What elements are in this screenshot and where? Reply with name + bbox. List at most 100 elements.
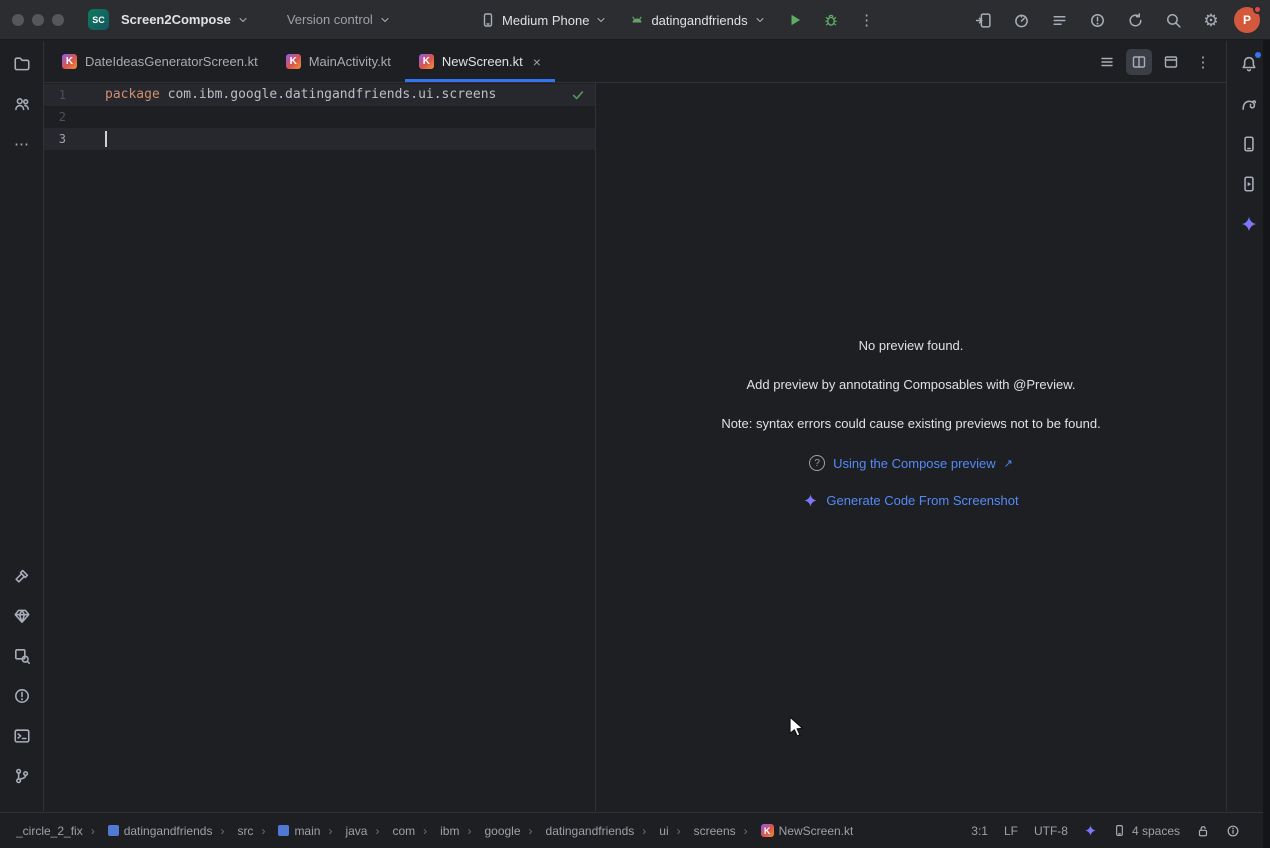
code-editor[interactable]: 1 package com.ibm.google.datingandfriend… bbox=[44, 83, 596, 811]
minimize-window-button[interactable] bbox=[32, 14, 44, 26]
breadcrumb-item[interactable]: datingandfriends bbox=[83, 824, 213, 838]
breadcrumb-item[interactable]: java bbox=[320, 824, 367, 838]
more-tool-windows-button[interactable]: ⋯ bbox=[7, 129, 37, 159]
breadcrumb-item-file[interactable]: KNewScreen.kt bbox=[736, 824, 854, 838]
compose-preview-panel: No preview found. Add preview by annotat… bbox=[596, 83, 1226, 811]
code-line[interactable]: 1 package com.ibm.google.datingandfriend… bbox=[44, 84, 595, 106]
tab-dateideasgeneratorscreen[interactable]: K DateIdeasGeneratorScreen.kt bbox=[48, 41, 272, 82]
app-logo: SC bbox=[88, 9, 109, 30]
chevron-down-icon bbox=[237, 14, 249, 26]
phone-icon bbox=[480, 12, 496, 28]
debug-button[interactable] bbox=[816, 6, 846, 34]
resource-manager-tool-button[interactable] bbox=[7, 601, 37, 631]
editor-mode-code-button[interactable] bbox=[1094, 49, 1120, 75]
gemini-tool-button[interactable] bbox=[1234, 209, 1264, 239]
project-switcher[interactable]: Screen2Compose bbox=[113, 7, 257, 32]
editor-tab-bar: K DateIdeasGeneratorScreen.kt K MainActi… bbox=[44, 41, 1226, 83]
encoding-widget[interactable]: UTF-8 bbox=[1034, 824, 1068, 838]
profiler-icon bbox=[1013, 12, 1030, 29]
breadcrumb-item[interactable]: main bbox=[253, 824, 320, 838]
search-everywhere-button[interactable] bbox=[1158, 6, 1188, 34]
editor-zone: K DateIdeasGeneratorScreen.kt K MainActi… bbox=[44, 41, 1226, 811]
close-tab-icon[interactable]: × bbox=[533, 54, 541, 70]
app-inspection-tool-button[interactable] bbox=[7, 641, 37, 671]
tab-newscreen[interactable]: K NewScreen.kt × bbox=[405, 41, 555, 82]
notifications-info-button[interactable] bbox=[1226, 824, 1240, 838]
bell-icon bbox=[1240, 55, 1258, 73]
editor-split: 1 package com.ibm.google.datingandfriend… bbox=[44, 83, 1226, 811]
device-phone-icon bbox=[1240, 135, 1258, 153]
build-tool-button[interactable] bbox=[7, 561, 37, 591]
insights-icon bbox=[1089, 12, 1106, 29]
caret-position-widget[interactable]: 3:1 bbox=[971, 824, 988, 838]
compose-preview-help-link[interactable]: ? Using the Compose preview ↗ bbox=[809, 455, 1013, 471]
editor-mode-design-button[interactable] bbox=[1158, 49, 1184, 75]
profiler-button[interactable] bbox=[1006, 6, 1036, 34]
running-devices-tool-button[interactable] bbox=[1234, 169, 1264, 199]
close-window-button[interactable] bbox=[12, 14, 24, 26]
more-actions-button[interactable]: ⋮ bbox=[852, 6, 882, 34]
device-icon bbox=[1113, 824, 1126, 837]
version-control-tool-button[interactable] bbox=[7, 761, 37, 791]
code-line[interactable]: 2 bbox=[44, 106, 595, 128]
git-branch-icon bbox=[13, 767, 31, 785]
ai-status-widget[interactable] bbox=[1084, 824, 1097, 837]
run-configuration-selector[interactable]: datingandfriends bbox=[621, 7, 773, 33]
indent-widget[interactable]: 4 spaces bbox=[1113, 824, 1180, 838]
chevron-down-icon bbox=[379, 14, 391, 26]
code-text: package com.ibm.google.datingandfriends.… bbox=[66, 84, 496, 106]
user-avatar[interactable]: P bbox=[1234, 7, 1260, 33]
breadcrumb-item[interactable]: ui bbox=[634, 824, 668, 838]
info-circle-icon bbox=[1226, 824, 1240, 838]
package-path: com.ibm.google.datingandfriends.ui.scree… bbox=[160, 87, 497, 102]
settings-button[interactable]: ⚙ bbox=[1196, 6, 1226, 34]
device-manager-tool-button[interactable] bbox=[1234, 129, 1264, 159]
run-button[interactable] bbox=[780, 6, 810, 34]
gradle-sync-button[interactable] bbox=[1120, 6, 1150, 34]
breadcrumb-item[interactable]: _circle_2_fix bbox=[16, 824, 83, 838]
breadcrumb-item[interactable]: ibm bbox=[415, 824, 459, 838]
version-control-menu[interactable]: Version control bbox=[279, 7, 399, 32]
gemini-sparkle-icon bbox=[1240, 215, 1258, 233]
terminal-tool-button[interactable] bbox=[7, 721, 37, 751]
breadcrumb-item[interactable]: src bbox=[212, 824, 253, 838]
window-edge bbox=[1263, 40, 1270, 848]
notification-badge bbox=[1255, 52, 1261, 58]
inspections-ok-icon[interactable] bbox=[571, 88, 585, 102]
window-controls bbox=[0, 14, 64, 26]
device-play-icon bbox=[1240, 175, 1258, 193]
chevron-down-icon bbox=[595, 14, 607, 26]
gradle-tool-button[interactable] bbox=[1234, 89, 1264, 119]
editor-options-button[interactable]: ⋮ bbox=[1190, 49, 1216, 75]
app-quality-insights-button[interactable] bbox=[1082, 6, 1112, 34]
zoom-window-button[interactable] bbox=[52, 14, 64, 26]
notifications-tool-button[interactable] bbox=[1234, 49, 1264, 79]
breadcrumb-item[interactable]: screens bbox=[669, 824, 736, 838]
bug-icon bbox=[823, 12, 839, 28]
project-tool-button[interactable] bbox=[7, 49, 37, 79]
kotlin-file-icon: K bbox=[286, 54, 301, 69]
breadcrumb-item[interactable]: google bbox=[459, 824, 520, 838]
folder-icon bbox=[13, 55, 31, 73]
main-area: ⋯ K DateIdeasGeneratorScreen.kt bbox=[0, 41, 1270, 811]
logcat-button[interactable] bbox=[1044, 6, 1074, 34]
tab-label: NewScreen.kt bbox=[442, 54, 523, 69]
syntax-error-note: Note: syntax errors could cause existing… bbox=[721, 416, 1100, 431]
keyword: package bbox=[105, 87, 160, 102]
tab-mainactivity[interactable]: K MainActivity.kt bbox=[272, 41, 405, 82]
breadcrumb-item[interactable]: datingandfriends bbox=[521, 824, 635, 838]
readonly-toggle[interactable] bbox=[1196, 824, 1210, 838]
project-name: Screen2Compose bbox=[121, 12, 231, 27]
line-separator-widget[interactable]: LF bbox=[1004, 824, 1018, 838]
code-line-caret[interactable]: 3 bbox=[44, 128, 595, 150]
editor-mode-split-button[interactable] bbox=[1126, 49, 1152, 75]
android-icon bbox=[629, 12, 645, 28]
collaboration-tool-button[interactable] bbox=[7, 89, 37, 119]
device-mirroring-button[interactable] bbox=[968, 6, 998, 34]
people-icon bbox=[13, 95, 31, 113]
device-selector[interactable]: Medium Phone bbox=[472, 7, 615, 33]
problems-tool-button[interactable] bbox=[7, 681, 37, 711]
generate-code-from-screenshot-link[interactable]: Generate Code From Screenshot bbox=[803, 493, 1018, 508]
breadcrumb-item[interactable]: com bbox=[367, 824, 415, 838]
external-link-icon: ↗ bbox=[1004, 457, 1013, 470]
